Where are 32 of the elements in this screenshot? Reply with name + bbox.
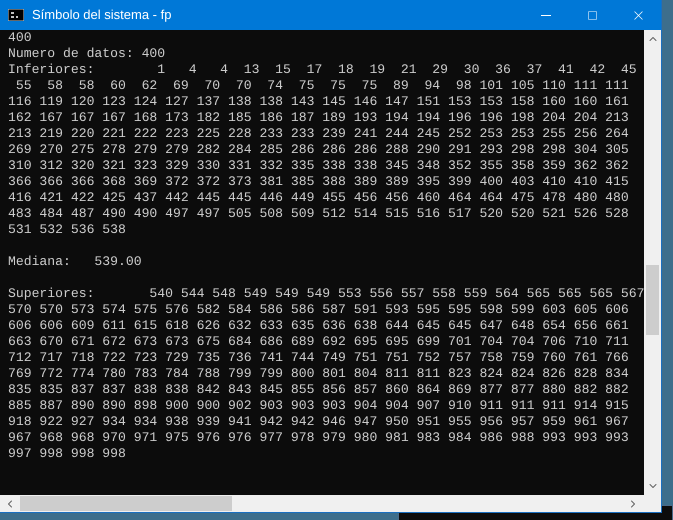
console-icon xyxy=(8,9,24,21)
console-line: 606 606 609 611 615 618 626 632 633 635 636 638 644 645 645 647 648 654 656 661 xyxy=(8,318,630,334)
maximize-icon xyxy=(586,10,598,20)
console-line: 997 998 998 998 xyxy=(8,446,127,462)
console-line: 835 835 837 837 838 838 842 843 845 855 856 857 860 864 869 877 877 880 882 882 xyxy=(8,382,630,398)
console-line: 416 421 422 425 437 442 445 445 446 449 455 456 456 460 464 464 475 478 480 480 xyxy=(8,190,630,206)
vertical-scrollbar[interactable] xyxy=(644,30,661,495)
window-title: Símbolo del sistema - fp xyxy=(32,6,172,24)
console-line: 570 570 573 574 575 576 582 584 586 586 587 591 593 595 595 598 599 603 605 606 xyxy=(8,302,630,318)
console-line: 531 532 536 538 xyxy=(8,222,127,238)
console-line: 310 312 320 321 323 329 330 331 332 335 338 338 345 348 352 355 358 359 362 362 xyxy=(8,158,630,174)
scrollbar-thumb[interactable] xyxy=(20,496,232,511)
console-line: 162 167 167 167 168 173 182 185 186 187 189 193 194 194 196 196 198 204 204 213 xyxy=(8,110,630,126)
console-line: Superiores: 540 544 548 549 549 549 553 556 557 558 559 564 565 565 565 567 xyxy=(8,286,644,302)
console-line: 213 219 220 221 222 223 225 228 233 233 239 241 244 245 252 253 253 255 256 264 xyxy=(8,126,630,142)
console-line: Numero de datos: 400 xyxy=(8,46,166,62)
console-line: 885 887 890 890 898 900 900 902 903 903 903 904 904 907 910 911 911 911 914 915 xyxy=(8,398,630,414)
minimize-icon xyxy=(541,14,551,16)
console-line: Inferiores: 1 4 4 13 15 17 18 19 21 29 30 36 37 41 42 45 xyxy=(8,62,638,78)
console-line: 712 717 718 722 723 729 735 736 741 744 749 751 751 752 757 758 759 760 761 766 xyxy=(8,350,630,366)
scrollbar-thumb[interactable] xyxy=(646,265,659,335)
console-line: 269 270 275 278 279 279 282 284 285 286 286 286 288 290 291 293 298 298 304 305 xyxy=(8,142,630,158)
console-line: 967 968 968 970 971 975 976 976 977 978 979 980 981 983 984 986 988 993 993 993 xyxy=(8,430,630,446)
console-line: 55 58 58 60 62 69 70 70 74 75 75 75 89 94 98 101 105 110 111 111 xyxy=(14,78,630,94)
console-line: 918 922 927 934 934 938 939 941 942 942 946 947 950 951 955 956 957 959 961 967 xyxy=(8,414,630,430)
console-line: Mediana: 539.00 xyxy=(8,254,143,270)
console-line: 400 xyxy=(8,30,33,46)
console-line: 483 484 487 490 490 497 497 505 508 509 512 514 515 516 517 520 520 521 526 528 xyxy=(8,206,630,222)
console-line: 116 119 120 123 124 127 137 138 138 143 145 146 147 151 153 153 158 160 160 161 xyxy=(8,94,630,110)
console-line: 769 772 774 780 783 784 788 799 799 800 801 804 811 811 823 824 824 826 828 834 xyxy=(8,366,630,382)
console-line: 366 366 366 368 369 372 372 373 381 385 388 389 389 395 399 400 403 410 410 415 xyxy=(8,174,630,190)
console-line: 663 670 671 672 673 673 675 684 686 689 692 695 695 699 701 704 704 706 710 711 xyxy=(8,334,630,350)
